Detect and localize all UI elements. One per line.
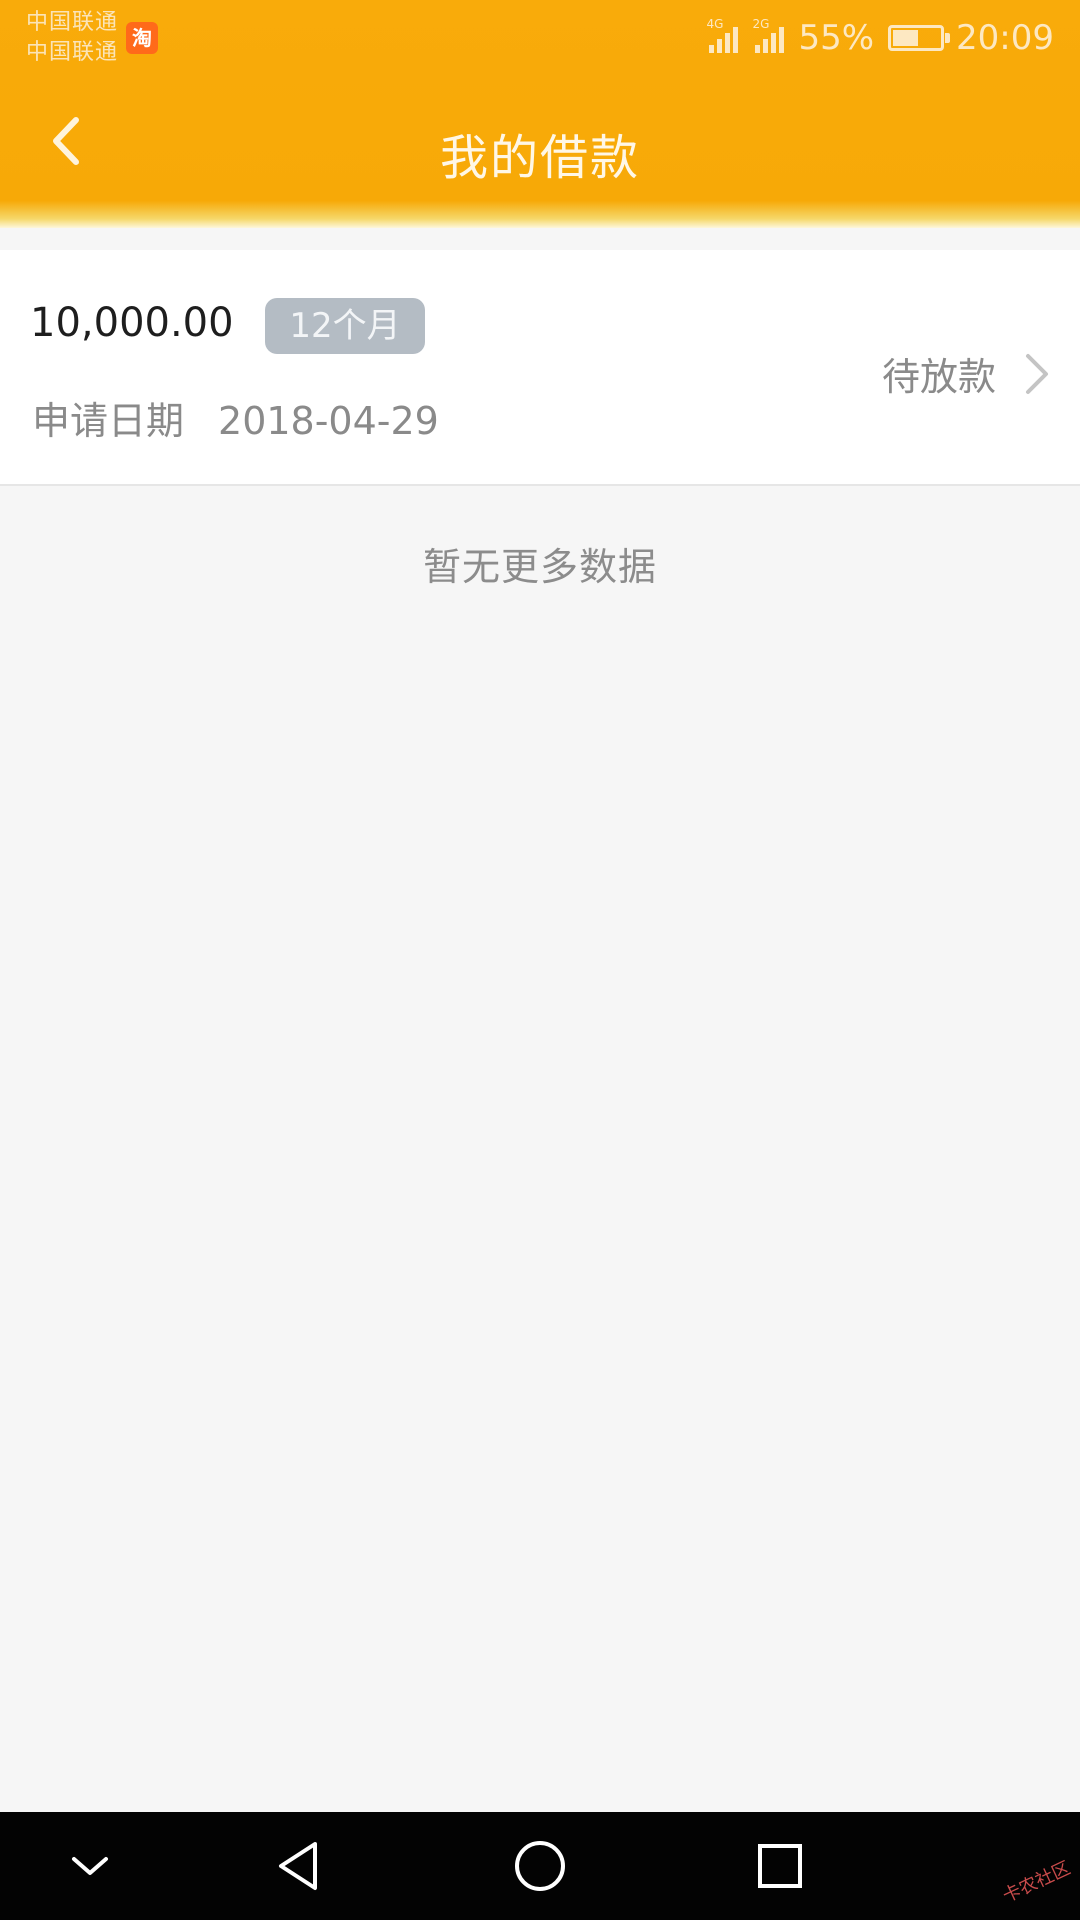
battery-level-fill — [893, 30, 919, 46]
apply-date-row: 申请日期 2018-04-29 — [32, 390, 439, 445]
chevron-right-icon — [1026, 354, 1048, 394]
sim2-signal-icon: 2G — [752, 17, 785, 53]
back-triangle-icon — [279, 1842, 317, 1890]
watermark-logo: 卡农社区 — [999, 1857, 1074, 1908]
loan-amount: 10,000.00 — [30, 300, 234, 346]
status-bar: 中国联通 中国联通 淘 4G 2G 55% 20:09 — [0, 0, 1080, 80]
loan-term-badge: 12个月 — [265, 298, 425, 354]
sim2-network-type: 2G — [752, 17, 770, 31]
carrier-info: 中国联通 中国联通 — [26, 8, 118, 68]
home-circle-icon — [515, 1841, 565, 1891]
taobao-notification-icon: 淘 — [126, 22, 158, 54]
carrier-sim2: 中国联通 — [26, 40, 119, 65]
loan-list-item[interactable]: 10,000.00 12个月 申请日期 2018-04-29 待放款 — [0, 250, 1080, 486]
system-back-button[interactable] — [268, 1836, 328, 1896]
recents-square-icon — [758, 1844, 802, 1888]
status-indicators: 4G 2G 55% 20:09 — [706, 14, 1054, 62]
app-header: 中国联通 中国联通 淘 4G 2G 55% 20:09 我的借款 — [0, 0, 1080, 228]
sim1-network-type: 4G — [706, 17, 724, 31]
clock: 20:09 — [956, 18, 1054, 58]
loan-status: 待放款 — [881, 355, 996, 399]
system-navigation-bar: 卡农社区 — [0, 1812, 1080, 1920]
navigation-bar: 我的借款 — [0, 80, 1080, 220]
page-title: 我的借款 — [439, 130, 640, 186]
list-end-message: 暂无更多数据 — [422, 545, 657, 589]
carrier-sim1: 中国联通 — [26, 10, 119, 35]
apply-date-label: 申请日期 — [32, 399, 185, 443]
apply-date-value: 2018-04-29 — [218, 399, 439, 443]
chevron-down-icon — [72, 1857, 108, 1875]
sim1-signal-icon: 4G — [706, 17, 739, 53]
system-home-button[interactable] — [510, 1836, 570, 1896]
battery-icon — [888, 25, 951, 51]
system-recents-button[interactable] — [750, 1836, 810, 1896]
hide-nav-button[interactable] — [60, 1836, 120, 1896]
battery-percent: 55% — [798, 18, 875, 58]
